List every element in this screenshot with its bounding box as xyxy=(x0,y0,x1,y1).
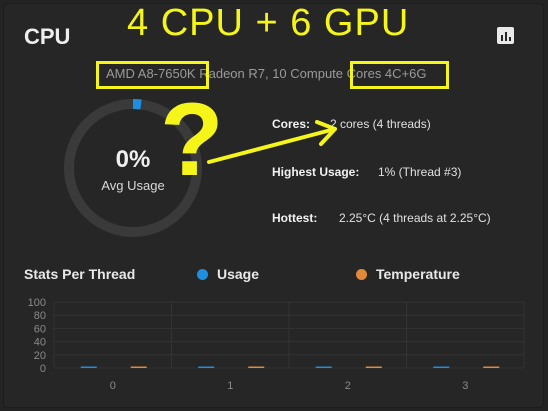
card-title: CPU xyxy=(24,24,71,49)
chart-icon[interactable] xyxy=(497,27,514,44)
stat-cores-value: 2 cores (4 threads) xyxy=(330,117,431,131)
annotation-headline: 4 CPU + 6 GPU xyxy=(127,2,410,44)
legend-usage-swatch xyxy=(197,269,208,280)
per-thread-title: Stats Per Thread xyxy=(24,266,136,282)
stat-highest-label: Highest Usage: xyxy=(272,165,360,179)
highlight-box-cores xyxy=(350,61,449,89)
stat-hottest-label: Hottest: xyxy=(272,211,318,225)
stat-hottest-value: 2.25°C (4 threads at 2.25°C) xyxy=(339,211,491,225)
legend-temperature-swatch xyxy=(356,269,367,280)
stat-highest-value: 1% (Thread #3) xyxy=(378,165,462,179)
legend-usage[interactable]: Usage xyxy=(197,266,259,282)
stat-cores-label: Cores: xyxy=(272,117,311,131)
legend-temperature[interactable]: Temperature xyxy=(356,266,460,282)
